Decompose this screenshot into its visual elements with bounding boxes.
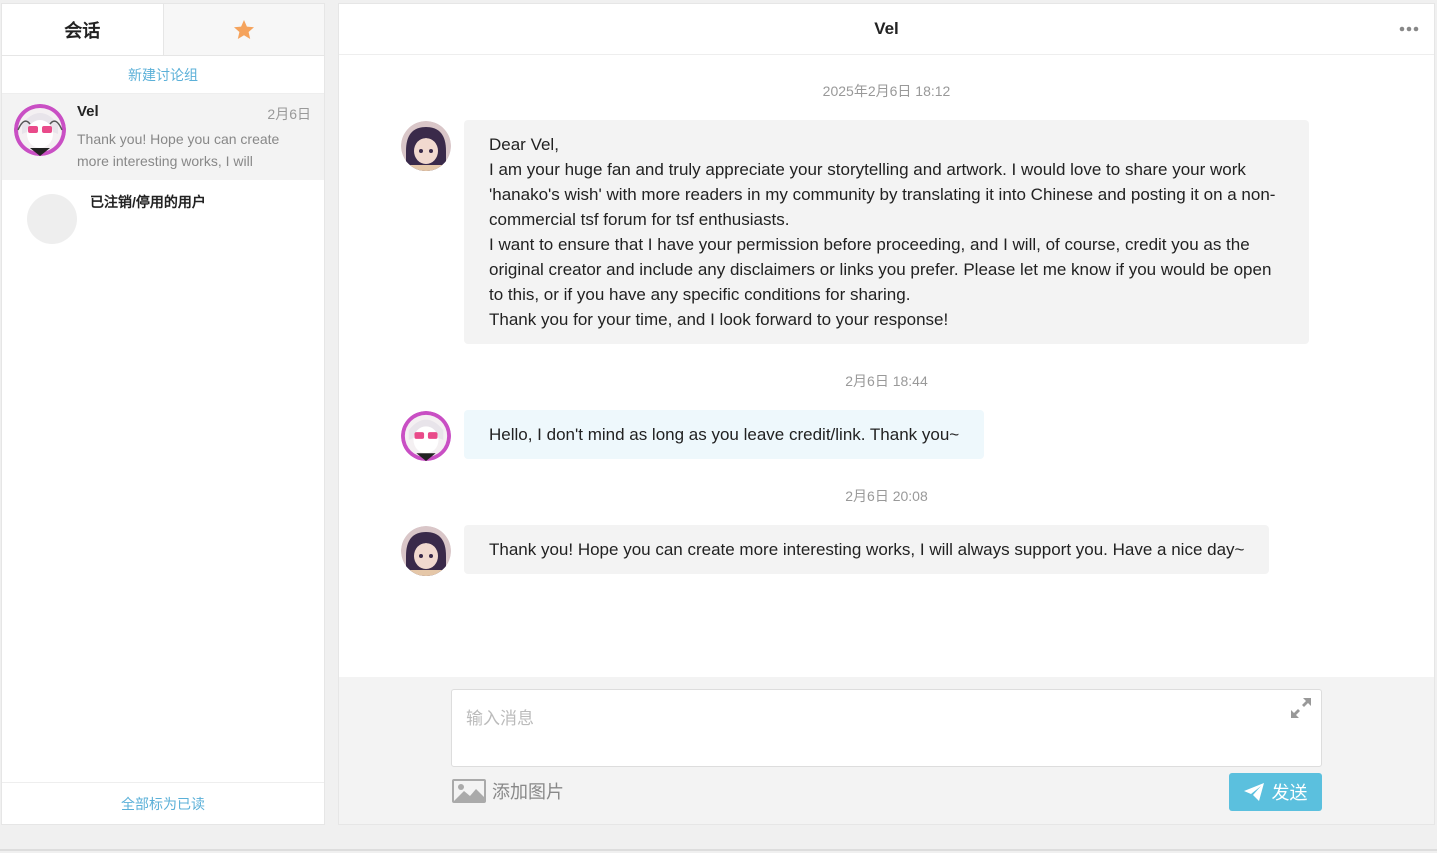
message-input-area: 输入消息 添加图片 发送 — [339, 677, 1434, 824]
add-image-button[interactable]: 添加图片 — [452, 778, 564, 804]
message-line: I am your huge fan and truly appreciate … — [489, 160, 1276, 229]
tab-conversations[interactable]: 会话 — [2, 4, 163, 55]
avatar — [401, 526, 451, 576]
more-options-icon[interactable] — [1398, 22, 1420, 36]
send-button[interactable]: 发送 — [1229, 773, 1322, 811]
avatar — [401, 411, 451, 461]
message-line: Thank you for your time, and I look forw… — [489, 310, 949, 329]
conversation-date: 2月6日 — [267, 106, 311, 122]
conversation-item[interactable]: Vel 2月6日 Thank you! Hope you can create … — [2, 94, 324, 180]
chat-panel: Vel 2025年2月6日 18:12 Dear Vel, I am your … — [338, 3, 1435, 825]
conversation-panel: 会话 新建讨论组 Vel 2月6日 Thank you! Hope you ca… — [1, 3, 325, 825]
message-timestamp: 2月6日 18:44 — [845, 373, 928, 389]
message-input-placeholder: 输入消息 — [466, 709, 534, 728]
avatar — [27, 194, 77, 244]
message-text: Thank you! Hope you can create more inte… — [489, 540, 1245, 559]
add-image-label: 添加图片 — [492, 782, 564, 802]
message-text: Hello, I don't mind as long as you leave… — [489, 425, 960, 444]
paper-plane-icon — [1243, 783, 1264, 801]
new-group-link[interactable]: 新建讨论组 — [2, 56, 324, 94]
avatar — [14, 104, 66, 156]
message-bubble: Hello, I don't mind as long as you leave… — [464, 410, 985, 459]
chat-title: Vel — [874, 19, 899, 38]
mark-all-read-link[interactable]: 全部标为已读 — [2, 782, 324, 824]
conversation-preview: Thank you! Hope you can create more inte… — [77, 131, 280, 169]
message-line: I want to ensure that I have your permis… — [489, 235, 1272, 304]
conversation-name: 已注销/停用的用户 — [90, 194, 206, 210]
divider — [0, 849, 1437, 851]
chat-header: Vel — [339, 4, 1434, 55]
image-icon — [452, 779, 486, 803]
send-label: 发送 — [1271, 783, 1308, 803]
expand-icon[interactable] — [1289, 696, 1313, 720]
message-timestamp: 2月6日 20:08 — [845, 488, 928, 504]
message-line: Dear Vel, — [489, 135, 559, 154]
avatar — [401, 121, 451, 171]
message-timestamp: 2025年2月6日 18:12 — [822, 83, 951, 99]
star-icon — [233, 19, 254, 39]
message-bubble: Thank you! Hope you can create more inte… — [464, 525, 1270, 574]
message-bubble: Dear Vel, I am your huge fan and truly a… — [464, 120, 1309, 344]
message-list[interactable]: 2025年2月6日 18:12 Dear Vel, I am your huge… — [339, 56, 1434, 678]
tab-favorites[interactable] — [162, 4, 324, 56]
conversation-item[interactable]: 已注销/停用的用户 — [2, 180, 324, 250]
panel-tabs: 会话 — [2, 4, 324, 56]
message-input[interactable]: 输入消息 — [451, 689, 1322, 767]
tab-conversations-label: 会话 — [64, 20, 101, 41]
